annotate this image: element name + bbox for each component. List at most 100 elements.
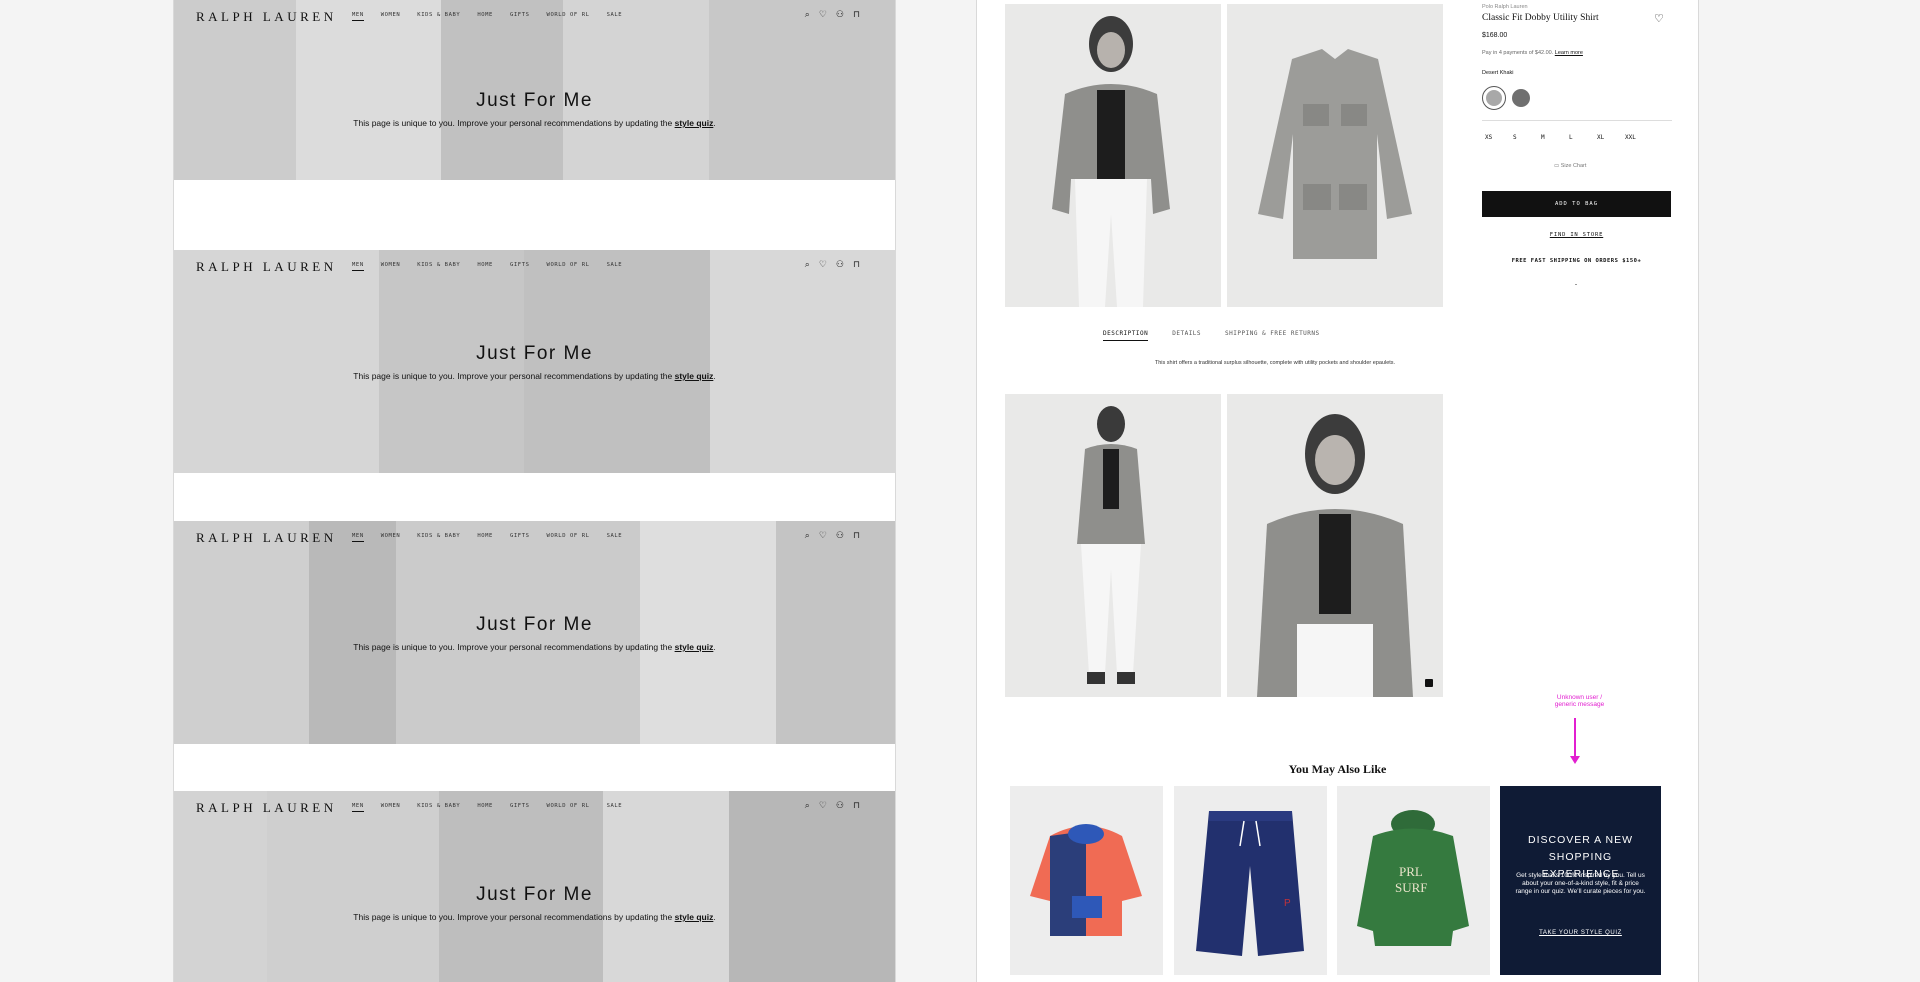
nav-link-women[interactable]: WOMEN xyxy=(381,803,401,812)
account-icon[interactable]: ⚇ xyxy=(836,259,844,270)
hero-variant-4: RALPH LAUREN MEN WOMEN KIDS & BABY HOME … xyxy=(174,791,895,982)
nav-link-sale[interactable]: SALE xyxy=(607,262,623,271)
product-description: This shirt offers a traditional surplus … xyxy=(1154,360,1396,366)
heart-icon[interactable]: ♡ xyxy=(819,800,827,811)
page-title: Just For Me xyxy=(476,90,593,111)
svg-text:SURF: SURF xyxy=(1395,880,1428,895)
nav-link-gifts[interactable]: GIFTS xyxy=(510,12,530,21)
product-detail-board: DESCRIPTION DETAILS SHIPPING & FREE RETU… xyxy=(977,0,1698,982)
product-photo-full-body[interactable] xyxy=(1005,394,1221,697)
style-quiz-promo: DISCOVER A NEW SHOPPING EXPERIENCE Get s… xyxy=(1500,786,1661,975)
bag-icon[interactable]: ⊓ xyxy=(853,9,860,20)
product-photo-front[interactable] xyxy=(1005,4,1221,307)
size-l[interactable]: L xyxy=(1569,134,1597,141)
style-quiz-link[interactable]: style quiz xyxy=(675,912,714,922)
style-quiz-link[interactable]: style quiz xyxy=(675,371,714,381)
heart-icon[interactable]: ♡ xyxy=(819,259,827,270)
video-play-icon[interactable] xyxy=(1425,679,1433,687)
swatch-alt-color[interactable] xyxy=(1512,89,1530,107)
nav-link-world[interactable]: WORLD OF RL xyxy=(547,12,590,21)
brand-logo[interactable]: RALPH LAUREN xyxy=(196,9,337,25)
size-selector: XS S M L XL XXL xyxy=(1485,134,1653,141)
heart-icon[interactable]: ♡ xyxy=(819,9,827,20)
size-s[interactable]: S xyxy=(1513,134,1541,141)
product-name: Classic Fit Dobby Utility Shirt xyxy=(1482,13,1599,23)
search-icon[interactable]: ⌕ xyxy=(805,800,810,811)
size-chart-link[interactable]: ▭ Size Chart xyxy=(1554,163,1586,169)
style-quiz-link[interactable]: style quiz xyxy=(675,118,714,128)
account-icon[interactable]: ⚇ xyxy=(836,9,844,20)
nav-link-women[interactable]: WOMEN xyxy=(381,533,401,542)
tab-description[interactable]: DESCRIPTION xyxy=(1103,330,1149,341)
nav-link-sale[interactable]: SALE xyxy=(607,803,623,812)
page-title: Just For Me xyxy=(476,884,593,905)
tab-details[interactable]: DETAILS xyxy=(1172,330,1201,341)
bag-icon[interactable]: ⊓ xyxy=(853,800,860,811)
divider xyxy=(1482,120,1672,121)
nav-link-men[interactable]: MEN xyxy=(352,533,364,542)
recommendation-card-2[interactable]: P xyxy=(1174,786,1327,975)
svg-text:PRL: PRL xyxy=(1399,864,1423,879)
nav-link-sale[interactable]: SALE xyxy=(607,12,623,21)
nav-link-world[interactable]: WORLD OF RL xyxy=(547,533,590,542)
size-xl[interactable]: XL xyxy=(1597,134,1625,141)
just-for-me-board: RALPH LAUREN MEN WOMEN KIDS & BABY HOME … xyxy=(174,0,895,982)
nav-link-world[interactable]: WORLD OF RL xyxy=(547,803,590,812)
nav-link-home[interactable]: HOME xyxy=(477,12,493,21)
nav-link-women[interactable]: WOMEN xyxy=(381,12,401,21)
divider-dot xyxy=(1575,284,1577,285)
swatch-desert-khaki[interactable] xyxy=(1482,86,1506,110)
nav-link-men[interactable]: MEN xyxy=(352,12,364,21)
main-nav: MEN WOMEN KIDS & BABY HOME GIFTS WORLD O… xyxy=(352,533,639,542)
nav-link-home[interactable]: HOME xyxy=(477,803,493,812)
search-icon[interactable]: ⌕ xyxy=(805,259,810,270)
nav-link-sale[interactable]: SALE xyxy=(607,533,623,542)
brand-logo[interactable]: RALPH LAUREN xyxy=(196,800,337,816)
wishlist-heart-icon[interactable]: ♡ xyxy=(1654,12,1664,25)
recommendation-card-3[interactable]: PRL SURF xyxy=(1337,786,1490,975)
installments-info: Pay in 4 payments of $42.00. Learn more xyxy=(1482,50,1583,56)
nav-link-world[interactable]: WORLD OF RL xyxy=(547,262,590,271)
brand-logo[interactable]: RALPH LAUREN xyxy=(196,259,337,275)
shipping-message: FREE FAST SHIPPING ON ORDERS $150+ xyxy=(1511,258,1642,264)
product-photo-closeup[interactable] xyxy=(1227,394,1443,697)
nav-link-kids[interactable]: KIDS & BABY xyxy=(417,533,460,542)
nav-link-gifts[interactable]: GIFTS xyxy=(510,533,530,542)
recommendations-title: You May Also Like xyxy=(1288,762,1387,776)
account-icon[interactable]: ⚇ xyxy=(836,530,844,541)
style-quiz-link[interactable]: style quiz xyxy=(675,642,714,652)
bag-icon[interactable]: ⊓ xyxy=(853,259,860,270)
nav-link-home[interactable]: HOME xyxy=(477,262,493,271)
size-xs[interactable]: XS xyxy=(1485,134,1513,141)
size-xxl[interactable]: XXL xyxy=(1625,134,1653,141)
nav-link-women[interactable]: WOMEN xyxy=(381,262,401,271)
page-subtitle: This page is unique to you. Improve your… xyxy=(353,912,716,922)
main-nav: MEN WOMEN KIDS & BABY HOME GIFTS WORLD O… xyxy=(352,803,639,812)
brand-logo[interactable]: RALPH LAUREN xyxy=(196,530,337,546)
annotation-arrow xyxy=(1574,718,1576,758)
search-icon[interactable]: ⌕ xyxy=(805,530,810,541)
find-in-store-link[interactable]: FIND IN STORE xyxy=(1482,232,1671,238)
nav-link-kids[interactable]: KIDS & BABY xyxy=(417,262,460,271)
nav-link-men[interactable]: MEN xyxy=(352,803,364,812)
product-photo-flat[interactable] xyxy=(1227,4,1443,307)
nav-link-men[interactable]: MEN xyxy=(352,262,364,271)
svg-text:P: P xyxy=(1284,898,1291,909)
product-brand[interactable]: Polo Ralph Lauren xyxy=(1482,4,1528,10)
add-to-bag-button[interactable]: ADD TO BAG xyxy=(1482,191,1671,217)
nav-link-gifts[interactable]: GIFTS xyxy=(510,803,530,812)
nav-link-kids[interactable]: KIDS & BABY xyxy=(417,803,460,812)
bag-icon[interactable]: ⊓ xyxy=(853,530,860,541)
page-subtitle: This page is unique to you. Improve your… xyxy=(353,642,716,652)
learn-more-link[interactable]: Learn more xyxy=(1555,50,1583,56)
tab-shipping[interactable]: SHIPPING & FREE RETURNS xyxy=(1225,330,1320,341)
heart-icon[interactable]: ♡ xyxy=(819,530,827,541)
nav-link-kids[interactable]: KIDS & BABY xyxy=(417,12,460,21)
search-icon[interactable]: ⌕ xyxy=(805,9,810,20)
recommendation-card-1[interactable] xyxy=(1010,786,1163,975)
size-m[interactable]: M xyxy=(1541,134,1569,141)
nav-link-gifts[interactable]: GIFTS xyxy=(510,262,530,271)
take-style-quiz-link[interactable]: TAKE YOUR STYLE QUIZ xyxy=(1500,930,1661,936)
nav-link-home[interactable]: HOME xyxy=(477,533,493,542)
account-icon[interactable]: ⚇ xyxy=(836,800,844,811)
